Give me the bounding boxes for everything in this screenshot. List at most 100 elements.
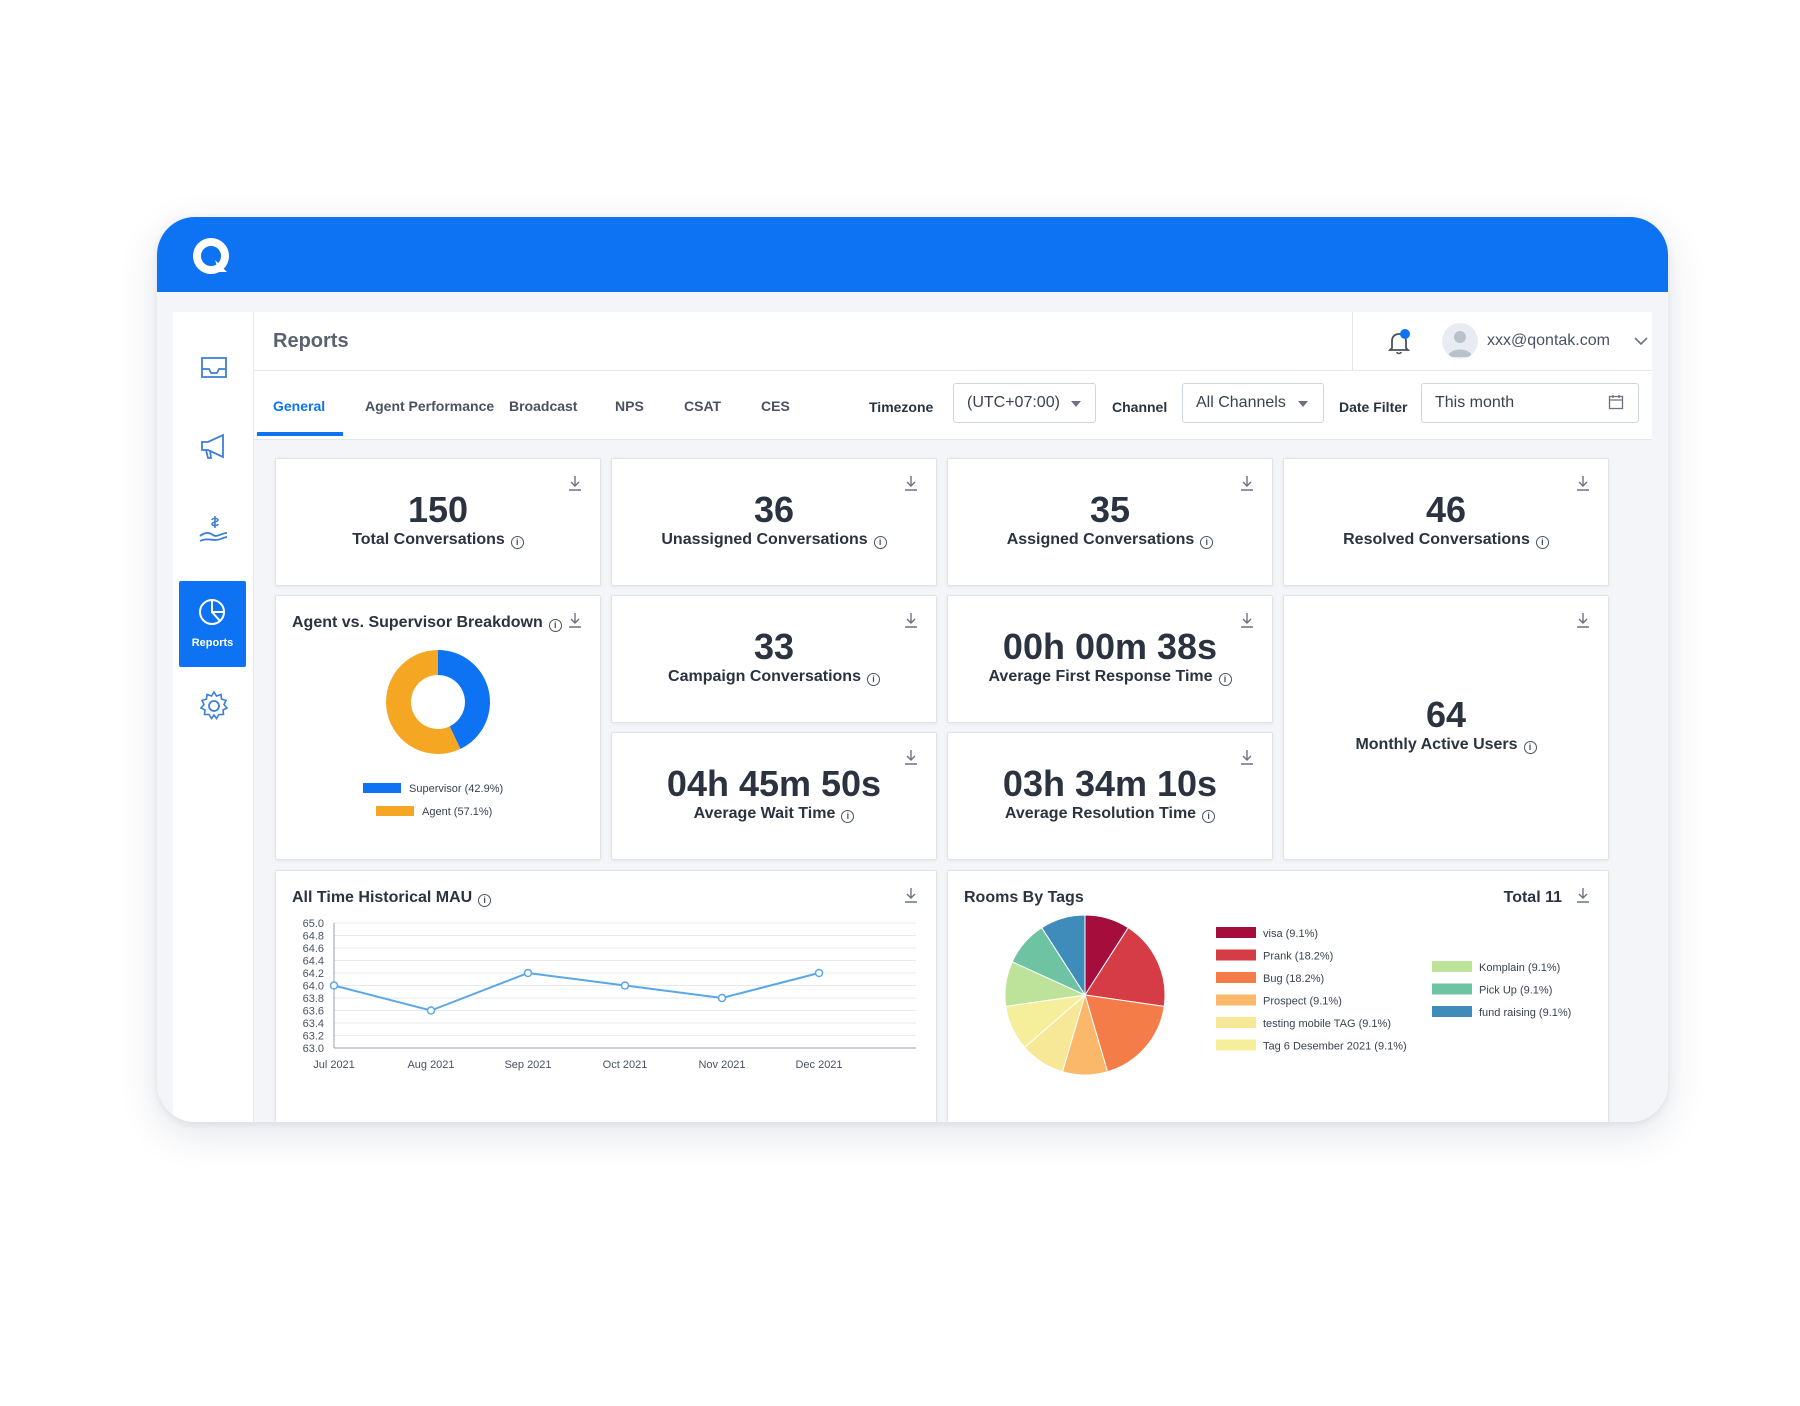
legend-label: Komplain (9.1%) [1479, 962, 1560, 974]
data-point[interactable] [814, 968, 824, 978]
stat-label: Average Resolution Time i [948, 805, 1272, 823]
stat-value: 00h 00m 38s [1002, 626, 1218, 667]
stat-label-text: Average Resolution Time [1004, 805, 1197, 822]
channel-select[interactable]: All Channels [1182, 383, 1324, 423]
date-filter-value: This month [1435, 394, 1515, 411]
stat-label-text: Resolved Conversations [1343, 531, 1530, 548]
legend-label: testing mobile TAG (9.1%) [1263, 1018, 1391, 1030]
tab-ces[interactable]: CES [761, 398, 790, 414]
agent-supervisor-breakdown-card: Agent vs. Supervisor Breakdown i Supervis… [275, 595, 601, 860]
y-tick-label: 63.4 [303, 1018, 324, 1030]
header-divider [1352, 312, 1353, 370]
stat-value: 03h 34m 10s [1002, 763, 1218, 804]
y-tick-label: 64.8 [303, 931, 324, 943]
data-point[interactable] [329, 981, 339, 990]
caret-down-icon [1071, 401, 1081, 407]
legend-swatch [1216, 972, 1256, 983]
tab-general[interactable]: General [273, 398, 325, 414]
data-point[interactable] [426, 1006, 436, 1015]
legend-label: Pick Up (9.1%) [1479, 985, 1552, 997]
stat-label: Average First Response Time i [948, 668, 1272, 686]
user-email[interactable]: xxx@qontak.com [1487, 332, 1610, 350]
report-content: 150 Total Conversations i 36 Unassigned C… [254, 440, 1652, 1122]
avatar[interactable] [1442, 323, 1478, 359]
header: Reports xxx@qontak.com [254, 312, 1652, 371]
channel-value: All Channels [1196, 394, 1286, 411]
data-point[interactable] [523, 968, 533, 978]
app-window: Reports Reports xxx@qontak.com General A… [157, 217, 1668, 1122]
card-title: Rooms By Tags [964, 889, 1084, 906]
calendar-icon[interactable] [1608, 394, 1624, 410]
timezone-select[interactable]: (UTC+07:00) [953, 383, 1096, 423]
date-filter-label: Date Filter [1339, 399, 1408, 415]
historical-mau-card: All Time Historical MAU i 65.0 64.8 64.6 64.… [275, 870, 937, 1122]
info-icon[interactable]: i [1523, 741, 1537, 754]
app-body: Reports Reports xxx@qontak.com General A… [173, 312, 1652, 1122]
series-line [333, 971, 820, 1012]
stat-value: 36 [753, 489, 795, 530]
tab-csat[interactable]: CSAT [684, 398, 721, 414]
inbox-icon[interactable] [197, 350, 231, 384]
download-icon[interactable] [1576, 887, 1590, 903]
stat-card-average-resolution-time: 03h 34m 10s Average Resolution Time i [947, 732, 1273, 860]
download-icon[interactable] [904, 887, 918, 903]
hand-money-icon[interactable] [197, 512, 231, 546]
rooms-total: Total 11 [1503, 889, 1562, 906]
y-tick-label: 64.0 [303, 981, 324, 993]
info-icon[interactable]: i [548, 619, 562, 632]
timezone-value: (UTC+07:00) [967, 394, 1060, 411]
info-icon[interactable]: i [1202, 810, 1216, 823]
megaphone-icon[interactable] [197, 429, 231, 463]
tabs-and-filters: General Agent Performance Broadcast NPS … [254, 371, 1652, 440]
info-icon[interactable]: i [841, 810, 855, 823]
stat-label-text: Monthly Active Users [1355, 736, 1518, 753]
stat-label-text: Unassigned Conversations [661, 531, 868, 548]
info-icon[interactable]: i [510, 536, 524, 549]
stat-card-total-conversations: 150 Total Conversations i [275, 458, 601, 586]
legend-label: Bug (18.2%) [1263, 973, 1324, 985]
legend-swatch [1216, 994, 1256, 1006]
legend-label: Prank (18.2%) [1263, 951, 1333, 963]
tab-nps[interactable]: NPS [615, 398, 644, 414]
download-icon[interactable] [1576, 612, 1590, 628]
date-filter-input[interactable]: This month [1421, 383, 1639, 423]
legend-label-supervisor: Supervisor (42.9%) [409, 783, 503, 795]
tab-broadcast[interactable]: Broadcast [509, 398, 577, 414]
qontak-logo-icon[interactable] [191, 236, 233, 276]
active-tab-indicator [257, 432, 343, 436]
y-tick-label: 63.0 [303, 1043, 324, 1055]
caret-down-icon [1298, 401, 1308, 407]
x-tick-label: Dec 2021 [795, 1059, 842, 1071]
mau-line-chart: 65.064.864.664.464.264.063.863.663.463.2… [303, 918, 916, 1071]
stat-label-text: Campaign Conversations [668, 668, 861, 685]
chevron-down-icon[interactable] [1634, 336, 1648, 346]
sidebar-item-label: Reports [191, 637, 234, 649]
info-icon[interactable]: i [873, 536, 887, 549]
gear-icon[interactable] [197, 689, 231, 723]
info-icon[interactable]: i [1218, 673, 1232, 686]
stat-card-average-wait-time: 04h 45m 50s Average Wait Time i [611, 732, 937, 860]
stat-label: Monthly Active Users i [1284, 736, 1608, 754]
x-tick-label: Nov 2021 [698, 1059, 745, 1071]
info-icon[interactable]: i [1535, 536, 1549, 549]
card-title-text: All Time Historical MAU [292, 889, 473, 906]
legend-label-agent: Agent (57.1%) [422, 806, 492, 818]
download-icon[interactable] [568, 612, 582, 628]
stat-label: Unassigned Conversations i [612, 531, 936, 549]
stat-label: Total Conversations i [276, 531, 600, 549]
stat-card-first-response-time: 00h 00m 38s Average First Response Time i [947, 595, 1273, 723]
data-point[interactable] [620, 981, 630, 990]
stat-label: Assigned Conversations i [948, 531, 1272, 549]
legend-swatch [1216, 1017, 1256, 1028]
notification-bell-icon[interactable] [1386, 328, 1412, 356]
info-icon[interactable]: i [866, 673, 880, 686]
data-point[interactable] [717, 993, 727, 1003]
legend-label: Tag 6 Desember 2021 (9.1%) [1263, 1041, 1407, 1053]
info-icon[interactable]: i [478, 894, 492, 907]
legend-label: visa (9.1%) [1263, 928, 1318, 940]
pie-chart-icon [199, 599, 225, 625]
sidebar-item-reports[interactable]: Reports [179, 581, 246, 667]
info-icon[interactable]: i [1200, 536, 1214, 549]
tab-agent-performance[interactable]: Agent Performance [365, 398, 494, 414]
x-tick-label: Sep 2021 [504, 1059, 551, 1071]
